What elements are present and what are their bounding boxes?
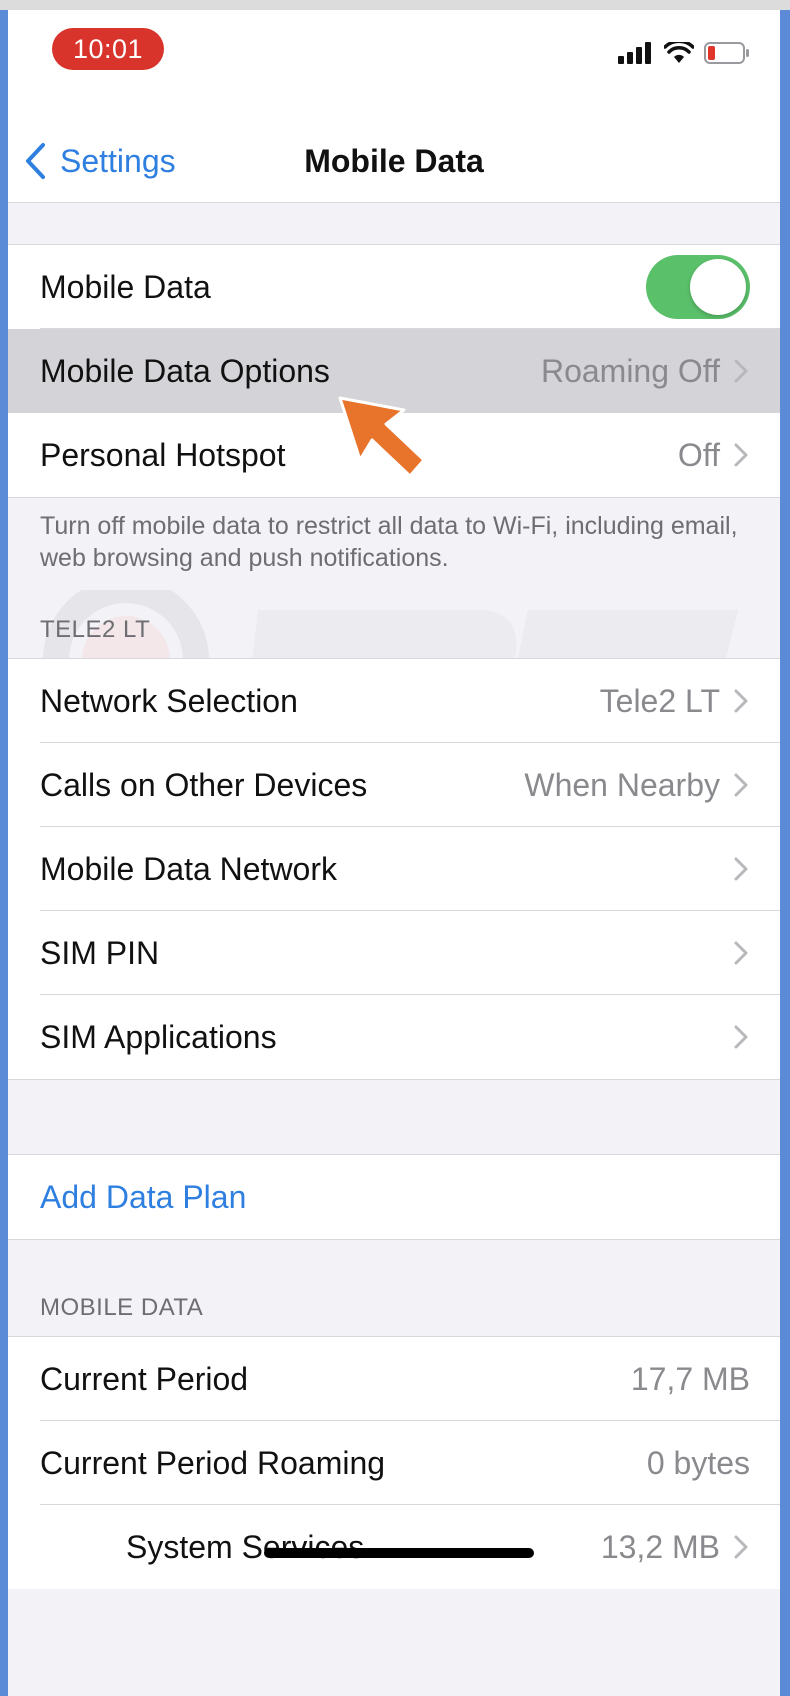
calls-on-other-devices-value: When Nearby: [524, 766, 720, 803]
current-period-roaming-value: 0 bytes: [646, 1444, 750, 1481]
mobile-data-options-value: Roaming Off: [540, 352, 720, 389]
current-period-value: 17,7 MB: [630, 1360, 750, 1397]
carrier-section-header: TELE2 LT: [40, 616, 151, 643]
mobile-data-footer-note: Turn off mobile data to restrict all dat…: [40, 512, 738, 572]
current-period-roaming-row: Current Period Roaming 0 bytes: [8, 1421, 780, 1505]
sim-applications-row[interactable]: SIM Applications: [8, 995, 780, 1079]
status-time: 10:01: [52, 28, 164, 70]
home-indicator[interactable]: [264, 1548, 534, 1558]
chevron-right-icon: [734, 772, 750, 798]
add-data-plan-link[interactable]: Add Data Plan: [40, 1179, 750, 1216]
chevron-right-icon: [734, 1534, 750, 1560]
sim-pin-row[interactable]: SIM PIN: [8, 911, 780, 995]
chevron-right-icon: [734, 940, 750, 966]
page-title: Mobile Data: [304, 143, 484, 179]
network-selection-row[interactable]: Network Selection Tele2 LT: [8, 659, 780, 743]
signal-icon: [618, 42, 651, 64]
system-services-value: 13,2 MB: [600, 1528, 720, 1565]
chevron-right-icon: [734, 1024, 750, 1050]
network-selection-value: Tele2 LT: [599, 682, 720, 719]
mobile-data-network-row[interactable]: Mobile Data Network: [8, 827, 780, 911]
calls-on-other-devices-label: Calls on Other Devices: [40, 766, 368, 803]
pointer-arrow-icon: [338, 396, 426, 478]
navigation-bar: Settings Mobile Data: [8, 120, 780, 203]
mobile-data-network-label: Mobile Data Network: [40, 850, 337, 887]
chevron-right-icon: [734, 856, 750, 882]
wifi-icon: [664, 42, 694, 63]
usage-section-header: MOBILE DATA: [40, 1294, 204, 1321]
sim-pin-label: SIM PIN: [40, 934, 160, 971]
mobile-data-label: Mobile Data: [40, 268, 211, 305]
status-bar: 10:01: [8, 10, 780, 120]
chevron-right-icon: [734, 442, 750, 468]
top-strip: [0, 0, 790, 10]
network-selection-label: Network Selection: [40, 682, 298, 719]
current-period-row: Current Period 17,7 MB: [8, 1337, 780, 1421]
phone-screen: 10:01 Settings Mobile Data Mobile Data M…: [8, 10, 780, 1696]
system-services-label: System Services: [126, 1528, 365, 1565]
system-services-row[interactable]: System Services 13,2 MB: [8, 1505, 780, 1589]
sim-applications-label: SIM Applications: [40, 1018, 277, 1055]
mobile-data-toggle[interactable]: [646, 255, 750, 319]
chevron-right-icon: [734, 358, 750, 384]
battery-icon: [704, 42, 749, 64]
add-data-plan-row[interactable]: Add Data Plan: [8, 1155, 780, 1239]
carrier-group: Network Selection Tele2 LT Calls on Othe…: [8, 658, 780, 1080]
status-icons: [618, 42, 750, 64]
toggle-knob: [690, 259, 746, 315]
current-period-label: Current Period: [40, 1360, 249, 1397]
mobile-data-row: Mobile Data: [8, 245, 780, 329]
current-period-roaming-label: Current Period Roaming: [40, 1444, 386, 1481]
chevron-right-icon: [734, 688, 750, 714]
mobile-data-options-label: Mobile Data Options: [40, 352, 330, 389]
calls-on-other-devices-row[interactable]: Calls on Other Devices When Nearby: [8, 743, 780, 827]
personal-hotspot-value: Off: [677, 436, 720, 473]
add-data-plan-group: Add Data Plan: [8, 1154, 780, 1240]
